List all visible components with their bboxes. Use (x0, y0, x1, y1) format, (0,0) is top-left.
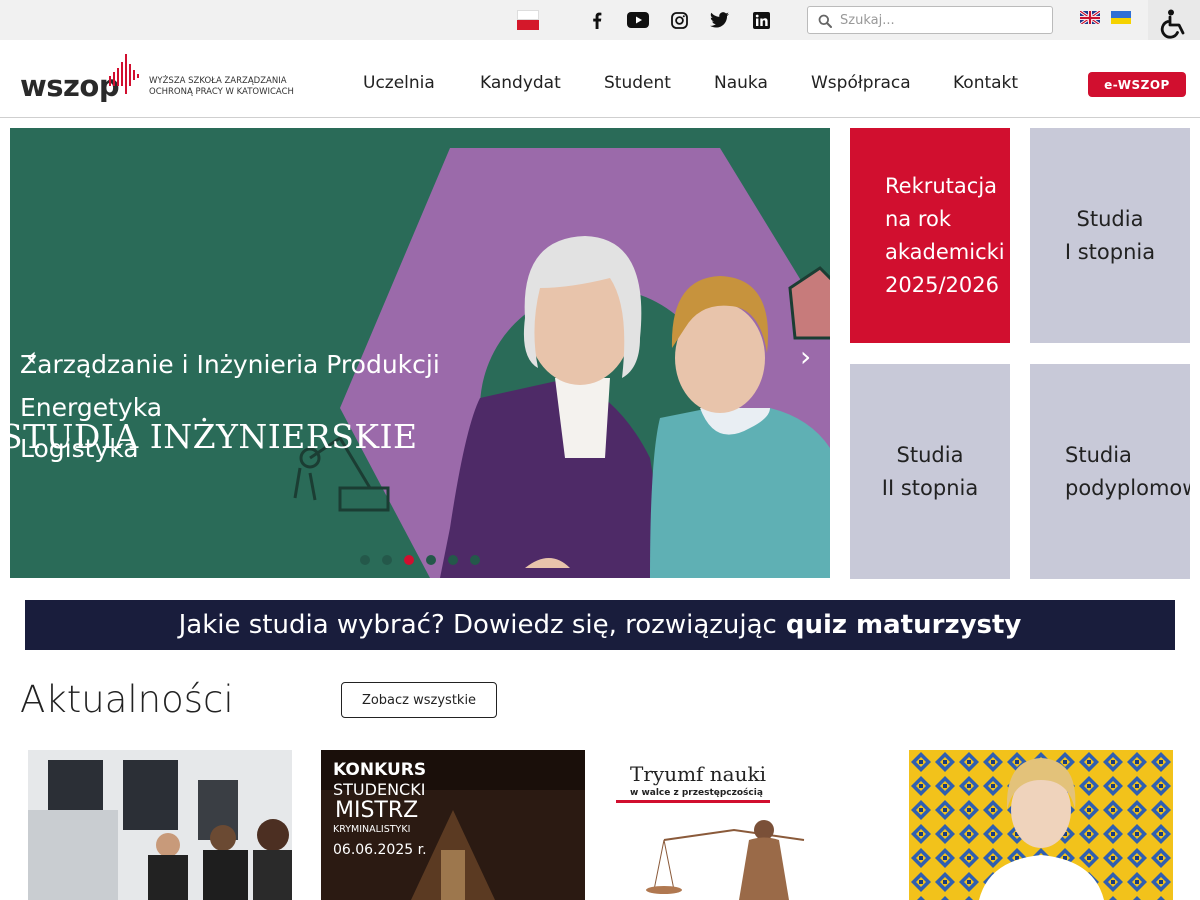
quiz-banner[interactable]: Jakie studia wybrać? Dowiedz się, rozwią… (25, 600, 1175, 650)
tile-recruitment[interactable]: Rekrutacja na rok akademicki 2025/2026 (850, 128, 1010, 343)
news-heading: Aktualności (20, 678, 234, 721)
nav-nauka[interactable]: Nauka (714, 73, 768, 93)
search-input[interactable] (840, 10, 1045, 30)
card-date: 06.06.2025 r. (333, 842, 427, 858)
logo-bars-icon (109, 54, 139, 94)
news-photo-4 (909, 750, 1173, 900)
youtube-icon[interactable] (627, 11, 649, 29)
justice-statue-icon (646, 820, 805, 900)
e-wszop-button[interactable]: e-WSZOP (1088, 72, 1186, 97)
instagram-icon[interactable] (669, 11, 689, 29)
tile-first-degree[interactable]: Studia I stopnia (1030, 128, 1190, 343)
card-divider (616, 800, 770, 803)
slider-next-arrow[interactable]: › (800, 340, 811, 373)
nav-kandydat[interactable]: Kandydat (480, 73, 561, 93)
news-card-3[interactable]: Tryumf nauki w walce z przestępczością (614, 750, 878, 900)
slide-line-3: Logistyka (20, 434, 139, 463)
tile-second-degree[interactable]: Studia II stopnia (850, 364, 1010, 579)
see-all-button[interactable]: Zobacz wszystkie (341, 682, 497, 718)
wheelchair-icon (1158, 8, 1190, 44)
linkedin-icon[interactable] (751, 11, 771, 29)
news-card-4[interactable] (909, 750, 1173, 900)
card-headline: Tryumf nauki (630, 762, 767, 786)
ukraine-flag-icon[interactable] (1111, 10, 1131, 24)
twitter-icon[interactable] (709, 11, 729, 29)
tile-postgraduate[interactable]: Studia podyplomowe (1030, 364, 1190, 579)
search-icon (818, 13, 832, 32)
top-bar (0, 0, 1200, 40)
card-badge: KONKURS (333, 760, 427, 780)
search-box (807, 6, 1053, 34)
logo-subtitle: WYŻSZA SZKOŁA ZARZĄDZANIA OCHRONĄ PRACY … (149, 76, 294, 97)
news-photo-1 (28, 750, 292, 900)
site-header: wszop WYŻSZA SZKOŁA ZARZĄDZANIA OCHRONĄ … (0, 40, 1200, 118)
english-flag-icon[interactable] (1080, 10, 1100, 24)
site-logo[interactable]: wszop WYŻSZA SZKOŁA ZARZĄDZANIA OCHRONĄ … (20, 54, 300, 106)
facebook-icon[interactable] (587, 11, 607, 29)
logo-wordmark: wszop (20, 69, 120, 103)
slider-dot[interactable] (448, 555, 458, 565)
slider-dot[interactable] (426, 555, 436, 565)
nav-student[interactable]: Student (604, 73, 671, 93)
news-card-2[interactable]: KONKURS STUDENCKI MISTRZ KRYMINALISTYKI … (321, 750, 585, 900)
slider-dot[interactable] (382, 555, 392, 565)
slider-dot[interactable] (360, 555, 370, 565)
slide-line-1: Zarządzanie i Inżynieria Produkcji (20, 350, 440, 379)
poland-flag-icon[interactable] (517, 10, 539, 32)
slide-line-2: Energetyka (20, 393, 163, 422)
slider-pagination (360, 555, 480, 565)
nav-kontakt[interactable]: Kontakt (953, 73, 1018, 93)
slider-dot[interactable] (470, 555, 480, 565)
nav-uczelnia[interactable]: Uczelnia (363, 73, 435, 93)
nav-wspolpraca[interactable]: Współpraca (811, 73, 911, 93)
slider-dot[interactable] (404, 555, 414, 565)
slider-prev-arrow[interactable]: ‹ (26, 340, 37, 373)
news-card-1[interactable] (28, 750, 292, 900)
